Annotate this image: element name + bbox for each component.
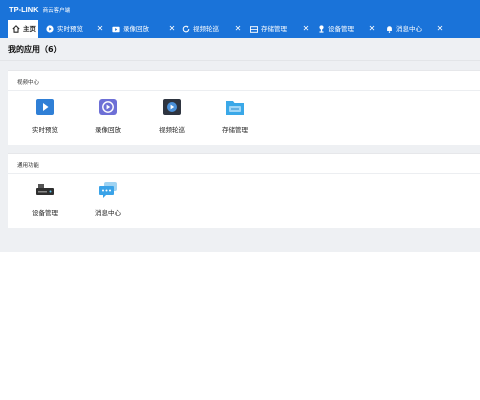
tab-device[interactable]: 设备管理 ✕	[314, 20, 378, 38]
group-header: 视频中心	[17, 80, 40, 86]
divider	[8, 173, 480, 174]
divider	[0, 60, 480, 61]
app-device-management[interactable]: 设备管理	[15, 181, 75, 217]
playback-icon	[112, 26, 120, 32]
app-group-general: 通用功能 设备管理 消息中心	[8, 153, 480, 228]
brand-logo: TP-LINK	[9, 5, 39, 14]
device-icon	[319, 25, 324, 33]
tab-close-button[interactable]: ✕	[94, 20, 106, 38]
tab-video-patrol[interactable]: 视频轮巡 ✕	[178, 20, 244, 38]
tab-message[interactable]: 消息中心 ✕	[382, 20, 446, 38]
group-header: 通用功能	[17, 163, 40, 169]
app-label: 存储管理	[222, 126, 248, 134]
app-label: 设备管理	[32, 209, 58, 217]
tab-close-button[interactable]: ✕	[232, 20, 244, 38]
tab-label: 实时预览	[57, 25, 83, 33]
tab-label: 消息中心	[396, 25, 422, 33]
message-app-icon	[99, 182, 117, 198]
device-app-icon	[36, 184, 54, 195]
tab-close-button[interactable]: ✕	[366, 20, 378, 38]
app-label: 录像回放	[95, 126, 121, 134]
app-label: 视频轮巡	[159, 126, 185, 134]
tab-storage[interactable]: 存储管理 ✕	[246, 20, 312, 38]
app-live-preview[interactable]: 实时预览	[15, 98, 75, 134]
live-preview-app-icon	[36, 99, 54, 115]
brand-subtitle: 商云客户端	[42, 8, 71, 14]
app-message-center[interactable]: 消息中心	[78, 181, 138, 217]
tab-label: 存储管理	[261, 25, 287, 33]
app-label: 实时预览	[32, 126, 58, 134]
tab-close-button[interactable]: ✕	[434, 20, 446, 38]
tab-close-button[interactable]: ✕	[166, 20, 178, 38]
storage-app-icon	[226, 101, 244, 115]
divider	[8, 90, 480, 91]
page-title: 我的应用（6）	[8, 45, 62, 54]
app-label: 消息中心	[95, 209, 121, 217]
storage-icon	[250, 25, 258, 33]
tab-home[interactable]: 主页	[8, 20, 38, 38]
tab-bar: 主页 实时预览 ✕ 录像回放 ✕ 视频轮巡 ✕ 存储管理 ✕ 设备管理 ✕ 消息…	[0, 20, 480, 38]
home-icon	[12, 25, 20, 33]
tab-close-button[interactable]: ✕	[300, 20, 312, 38]
tab-label: 设备管理	[328, 25, 354, 33]
playback-app-icon	[99, 99, 117, 115]
refresh-icon	[182, 25, 190, 33]
app-video-patrol[interactable]: 视频轮巡	[142, 98, 202, 134]
tab-label: 视频轮巡	[193, 25, 219, 33]
bell-icon	[387, 26, 392, 33]
brand: TP-LINK 商云客户端	[9, 5, 70, 16]
video-patrol-app-icon	[163, 99, 181, 115]
app-storage[interactable]: 存储管理	[205, 98, 265, 134]
tab-playback[interactable]: 录像回放 ✕	[108, 20, 178, 38]
tab-live-preview[interactable]: 实时预览 ✕	[42, 20, 106, 38]
title-bar: TP-LINK 商云客户端	[0, 0, 480, 20]
live-preview-icon	[46, 25, 54, 33]
tab-label: 录像回放	[123, 25, 149, 33]
app-playback[interactable]: 录像回放	[78, 98, 138, 134]
app-group-video-center: 视频中心 实时预览 录像回放 视频轮巡 存储管理	[8, 70, 480, 145]
tab-label: 主页	[23, 25, 36, 33]
